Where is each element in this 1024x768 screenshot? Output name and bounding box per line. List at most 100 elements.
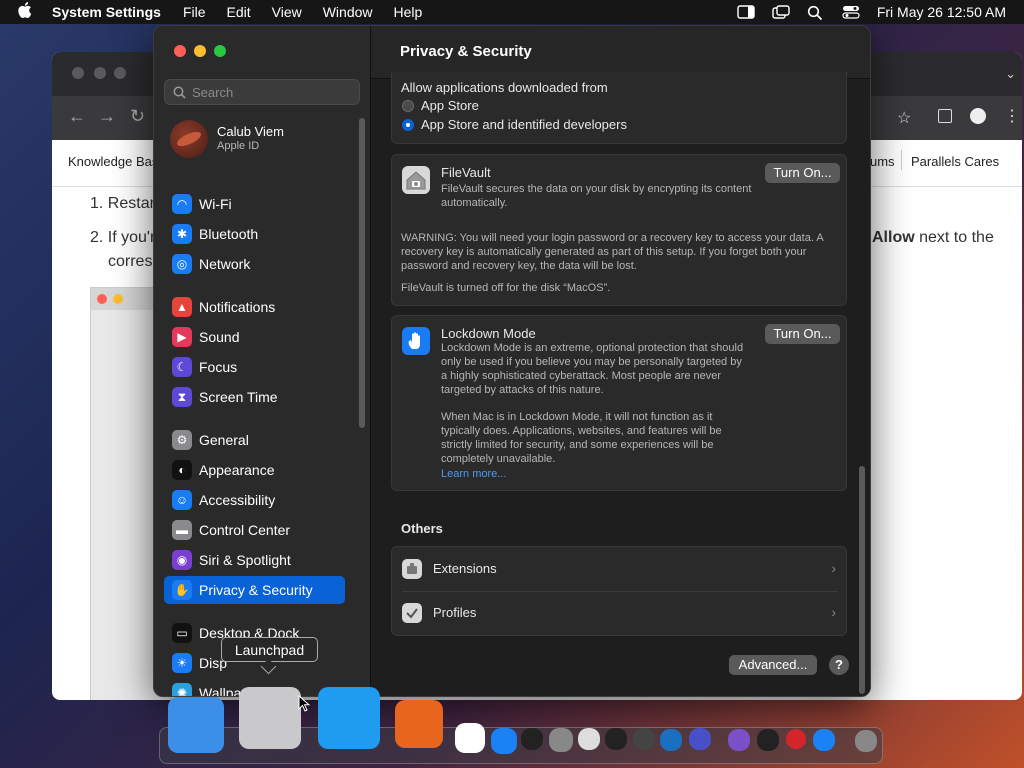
learn-more-link[interactable]: Learn more... [441, 467, 506, 481]
activity-monitor-icon[interactable] [757, 729, 779, 751]
sidebar-item-label: Privacy & Security [199, 582, 313, 598]
mouse-pointer-icon [298, 695, 310, 712]
lockdown-turn-on-button[interactable]: Turn On... [765, 324, 840, 344]
radio-app-store-label[interactable]: App Store [421, 98, 479, 113]
sidebar-item-bluetooth[interactable]: ✱ Bluetooth [164, 220, 345, 248]
windows-icon[interactable] [813, 729, 835, 751]
allow-downloads-label: Allow applications downloaded from [401, 80, 608, 95]
more-menu-icon[interactable]: ⋮ [1004, 106, 1020, 126]
sidebar-item-label: Control Center [199, 522, 291, 538]
article-line: corres [108, 253, 153, 270]
zoom-button[interactable] [214, 45, 226, 57]
parallels-desktop-icon[interactable] [786, 729, 806, 749]
sidebar-item-appearance[interactable]: ◐ Appearance [164, 456, 345, 484]
divider [901, 150, 902, 170]
system-settings-window: Search Calub Viem Apple ID ◠ Wi-Fi ✱ Blueto… [153, 25, 871, 697]
hand-icon: ✋ [172, 580, 192, 600]
visual-studio-icon[interactable] [728, 729, 750, 751]
filevault-title: FileVault [441, 165, 491, 180]
user-name: Calub Viem [217, 124, 284, 139]
menu-window[interactable]: Window [323, 4, 373, 20]
menu-view[interactable]: View [272, 4, 302, 20]
firefox-icon[interactable] [395, 700, 443, 748]
apple-menu-icon[interactable] [18, 2, 34, 22]
safari-icon[interactable] [318, 687, 380, 749]
spotlight-search-icon[interactable] [807, 5, 825, 21]
sidebar-item-screen-time[interactable]: ⧗ Screen Time [164, 383, 345, 411]
system-settings-icon[interactable] [549, 728, 573, 752]
finder-icon[interactable] [168, 697, 224, 753]
back-arrow-icon[interactable]: ← [68, 106, 86, 127]
main-scrollbar[interactable] [859, 466, 865, 694]
extensions-row[interactable]: Extensions › [392, 547, 846, 591]
sidebar-item-general[interactable]: ⚙ General [164, 426, 345, 454]
app-menu[interactable]: System Settings [52, 4, 161, 20]
sidebar-toggle-icon[interactable] [737, 5, 755, 19]
automator-icon[interactable] [633, 728, 655, 750]
side-panel-icon[interactable] [938, 109, 952, 123]
link-knowledge-base[interactable]: Knowledge Bas [68, 154, 158, 169]
apple-id-row[interactable]: Calub Viem Apple ID [170, 120, 284, 158]
app-store-icon[interactable] [491, 728, 517, 754]
filevault-warning: WARNING: You will need your login passwo… [401, 232, 824, 272]
profiles-row[interactable]: Profiles › [392, 592, 846, 636]
article-line: 2. If you'r [90, 229, 156, 246]
accessibility-icon: ☺ [172, 490, 192, 510]
browser-close-button[interactable] [72, 67, 84, 79]
sidebar-item-label: Accessibility [199, 492, 276, 508]
extensions-label: Extensions [433, 561, 497, 576]
vscode-icon[interactable] [660, 729, 682, 751]
sidebar-item-notifications[interactable]: ▲ Notifications [164, 293, 345, 321]
close-button[interactable] [174, 45, 186, 57]
chrome-icon[interactable] [455, 723, 485, 753]
radio-identified-developers-label[interactable]: App Store and identified developers [421, 117, 627, 132]
lockdown-title: Lockdown Mode [441, 326, 536, 341]
link-forums[interactable]: ums [870, 154, 895, 169]
reload-icon[interactable]: ↻ [130, 106, 145, 127]
chevron-down-icon[interactable]: ⌄ [1005, 66, 1016, 82]
radio-identified-developers[interactable] [402, 119, 414, 131]
sidebar-item-network[interactable]: ◎ Network [164, 250, 345, 278]
sidebar-item-wi-fi[interactable]: ◠ Wi-Fi [164, 190, 345, 218]
filevault-turn-on-button[interactable]: Turn On... [765, 163, 840, 183]
sidebar-item-siri-spotlight[interactable]: ◉ Siri & Spotlight [164, 546, 345, 574]
siri-icon: ◉ [172, 550, 192, 570]
script-editor-icon[interactable] [578, 728, 600, 750]
menu-help[interactable]: Help [394, 4, 423, 20]
control-center-icon[interactable] [842, 5, 860, 19]
help-button[interactable]: ? [829, 655, 849, 675]
window-controls [174, 45, 226, 57]
menu-bar: System Settings File Edit View Window He… [0, 0, 1024, 24]
forward-arrow-icon[interactable]: → [98, 106, 116, 127]
star-icon[interactable]: ☆ [897, 108, 911, 128]
launchpad-icon[interactable] [239, 687, 301, 749]
sidebar-item-control-center[interactable]: ▬ Control Center [164, 516, 345, 544]
advanced-button[interactable]: Advanced... [729, 655, 817, 675]
minimize-button[interactable] [194, 45, 206, 57]
sidebar-item-accessibility[interactable]: ☺ Accessibility [164, 486, 345, 514]
radio-app-store[interactable] [402, 100, 414, 112]
trash-icon[interactable] [855, 730, 877, 752]
sidebar-item-privacy-security[interactable]: ✋ Privacy & Security [164, 576, 345, 604]
screen-mirroring-icon[interactable] [772, 5, 790, 19]
filevault-status: FileVault is turned off for the disk “Ma… [401, 282, 611, 294]
menu-file[interactable]: File [183, 4, 206, 20]
sidebar-item-focus[interactable]: ☾ Focus [164, 353, 345, 381]
terminal-2-icon[interactable] [605, 728, 627, 750]
menubar-clock[interactable]: Fri May 26 12:50 AM [877, 4, 1006, 20]
terminal-icon[interactable] [521, 728, 543, 750]
sidebar-item-label: Siri & Spotlight [199, 552, 291, 568]
menu-edit[interactable]: Edit [227, 4, 251, 20]
sidebar-item-label: Bluetooth [199, 226, 259, 242]
sidebar-item-sound[interactable]: ▶ Sound [164, 323, 345, 351]
browser-minimize-button[interactable] [94, 67, 106, 79]
link-parallels-cares[interactable]: Parallels Cares [911, 154, 999, 169]
sidebar-scrollbar[interactable] [359, 118, 365, 428]
page-title: Privacy & Security [400, 43, 532, 60]
sidebar-item-label: Focus [199, 359, 238, 375]
search-field[interactable]: Search [164, 79, 360, 105]
parallels-icon[interactable] [689, 728, 711, 750]
browser-zoom-button[interactable] [114, 67, 126, 79]
gear-icon: ⚙ [172, 430, 192, 450]
profile-avatar-icon[interactable] [970, 108, 986, 124]
